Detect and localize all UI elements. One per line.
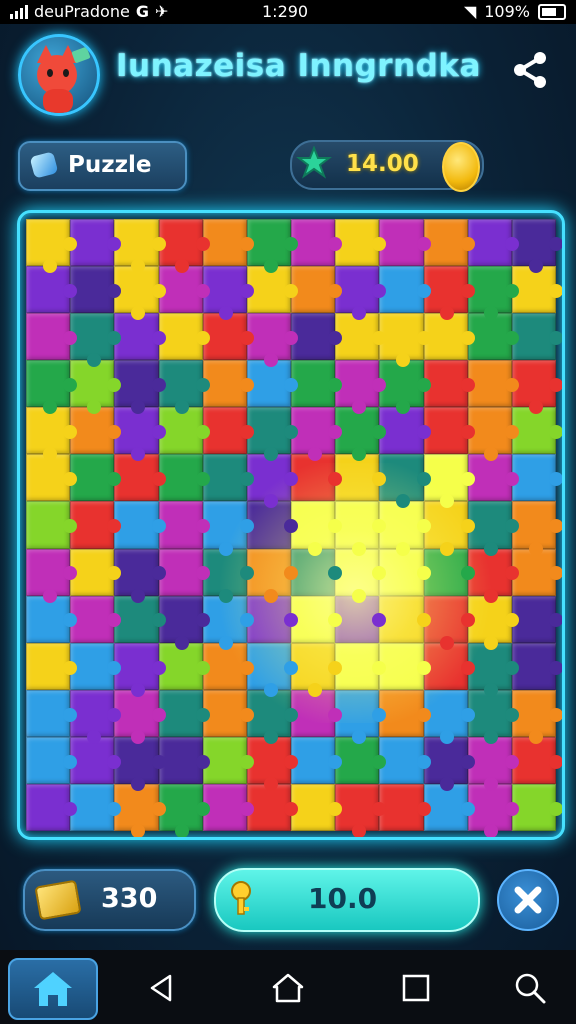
puzzle-grid[interactable]: [26, 219, 562, 837]
battery-percent: 109%: [484, 2, 530, 21]
keys-value: 10.0: [308, 882, 378, 915]
puzzle-piece[interactable]: [26, 501, 78, 549]
puzzle-piece[interactable]: [26, 783, 78, 831]
recents-icon[interactable]: [398, 970, 434, 1006]
signal-icon: [10, 4, 28, 19]
puzzle-piece[interactable]: [26, 360, 78, 415]
back-icon[interactable]: [144, 970, 180, 1006]
gold-ticket-icon: [34, 879, 82, 921]
key-icon: [231, 881, 251, 915]
puzzle-mode-label: Puzzle: [68, 152, 152, 178]
puzzle-piece[interactable]: [26, 642, 78, 690]
fox-mascot-icon[interactable]: [18, 34, 100, 116]
tickets-button[interactable]: 330: [23, 869, 196, 931]
location-icon: ✈: [154, 2, 169, 21]
search-icon[interactable]: [512, 970, 548, 1006]
puzzle-piece[interactable]: [26, 689, 78, 737]
coin-icon: [442, 142, 480, 192]
navigation-bar: [0, 950, 576, 1024]
wifi-icon: ◥: [463, 2, 477, 21]
carrier-label: deuPradone: [34, 2, 130, 21]
home-tab[interactable]: [8, 958, 98, 1020]
puzzle-piece[interactable]: [26, 454, 78, 502]
puzzle-piece[interactable]: [26, 313, 78, 361]
keys-button[interactable]: 10.0: [214, 868, 480, 932]
app-notification-icon: G: [135, 2, 149, 21]
puzzle-piece[interactable]: [26, 595, 78, 643]
home-icon: [34, 972, 72, 1006]
puzzle-mode-button[interactable]: Puzzle: [18, 141, 187, 191]
puzzle-board[interactable]: [17, 210, 565, 840]
puzzle-piece[interactable]: [26, 736, 78, 784]
share-icon[interactable]: [508, 50, 552, 90]
tickets-value: 330: [101, 883, 158, 914]
status-bar: deuPradone G ✈ 1:290 ◥ 109%: [0, 0, 576, 24]
coin-value: 14.00: [346, 151, 419, 177]
puzzle-piece[interactable]: [26, 548, 78, 603]
battery-icon: [538, 3, 566, 20]
home-outline-icon[interactable]: [270, 970, 306, 1006]
game-title: Iunazeisa Inngrndka: [116, 48, 481, 84]
coin-counter[interactable]: 14.00: [290, 140, 484, 192]
gem-icon: [29, 151, 59, 179]
puzzle-piece[interactable]: [26, 266, 78, 314]
clock: 1:290: [262, 2, 309, 21]
puzzle-piece[interactable]: [26, 407, 78, 462]
star-badge-icon: [296, 146, 332, 179]
puzzle-piece[interactable]: [26, 219, 78, 274]
close-icon[interactable]: [497, 869, 559, 931]
